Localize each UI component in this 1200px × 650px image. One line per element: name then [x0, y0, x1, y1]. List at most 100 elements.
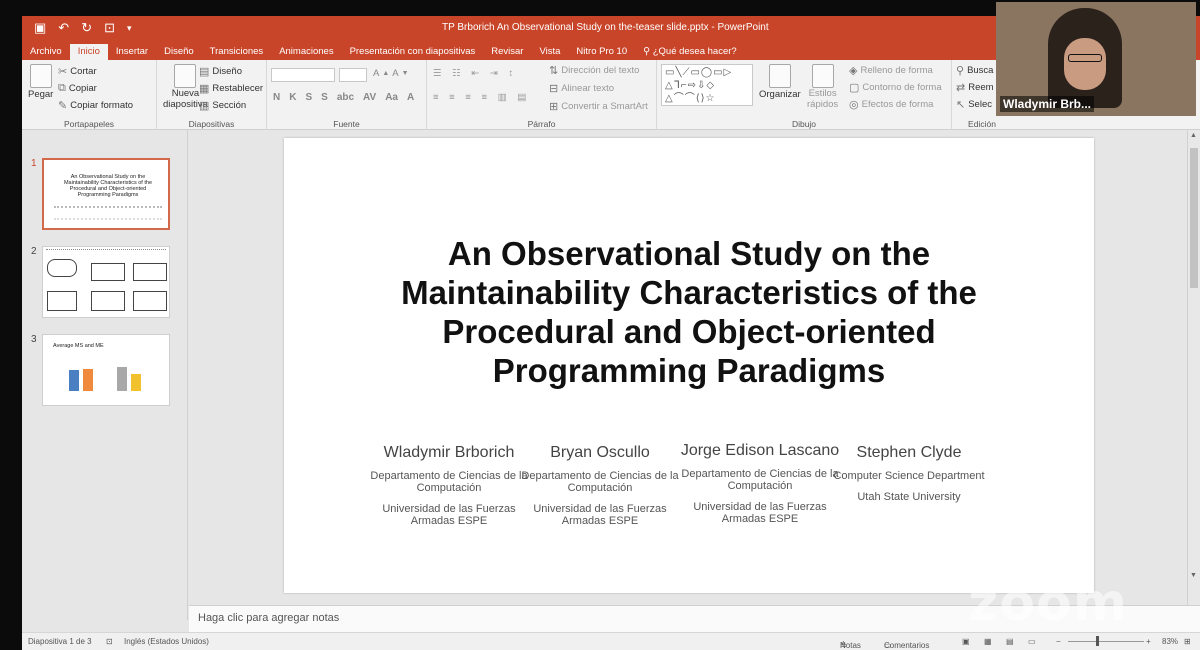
thumbnail-slide-1[interactable]: An Observational Study on the Maintainab… — [42, 158, 170, 230]
author-name: Wladymir Brborich — [383, 444, 515, 461]
cut-button[interactable]: ✂ Cortar — [58, 65, 97, 78]
zoom-level[interactable]: 83% — [1162, 637, 1178, 646]
new-slide-icon — [174, 64, 197, 88]
participant-face — [1064, 38, 1106, 90]
author-block[interactable]: Stephen Clyde Computer Science Departmen… — [829, 442, 989, 503]
normal-view-icon[interactable]: ▣ — [962, 637, 970, 646]
sorter-view-icon[interactable]: ▦ — [984, 637, 992, 646]
zoom-slider-thumb[interactable] — [1096, 636, 1099, 646]
vertical-scrollbar[interactable]: ▲ ▼ — [1187, 130, 1200, 605]
font-name-select[interactable] — [271, 68, 335, 82]
thumbnail-slide-3[interactable]: Average MS and ME — [42, 334, 170, 406]
thumbnail-box — [133, 263, 167, 281]
section-label: Sección — [212, 100, 247, 111]
bullets-icon[interactable]: ☰ ☷ ⇤ ⇥ ↕ — [433, 68, 517, 79]
char-spacing-button[interactable]: AV — [363, 92, 376, 103]
thumbnail-bar — [83, 369, 93, 391]
quick-styles-button[interactable]: Estilos rápidos — [807, 64, 838, 110]
paste-button[interactable]: Pegar — [28, 64, 53, 100]
scroll-down-icon[interactable]: ▼ — [1190, 572, 1197, 579]
tab-insertar[interactable]: Insertar — [108, 44, 156, 60]
tab-vista[interactable]: Vista — [531, 44, 568, 60]
zoom-watermark: zoom — [968, 573, 1128, 633]
format-painter-button[interactable]: ✎ Copiar formato — [58, 99, 133, 112]
zoom-slider[interactable] — [1068, 641, 1144, 642]
underline-button[interactable]: S — [305, 92, 312, 103]
align-text-button[interactable]: ⊟ Alinear texto — [549, 82, 614, 95]
shadow-button[interactable]: S — [321, 92, 328, 103]
slideshow-icon[interactable]: ▭ — [1028, 637, 1036, 646]
undo-icon[interactable]: ↶ — [58, 20, 69, 36]
editing-group-label: Edición — [968, 119, 996, 129]
thumbnail-number: 2 — [31, 246, 37, 257]
section-button[interactable]: ▥ Sección — [199, 99, 246, 112]
tab-archivo[interactable]: Archivo — [22, 44, 70, 60]
lightbulb-icon: ⚲ — [643, 46, 653, 57]
bold-button[interactable]: N — [273, 92, 280, 103]
thumbnail-box — [91, 291, 125, 311]
tab-revisar[interactable]: Revisar — [483, 44, 531, 60]
quick-styles-label-2: rápidos — [807, 99, 839, 110]
font-size-select[interactable] — [339, 68, 367, 82]
author-block[interactable]: Bryan Oscullo Departamento de Ciencias d… — [520, 442, 680, 527]
find-button[interactable]: ⚲ Busca — [956, 64, 993, 77]
thumbnail-cloud-box — [47, 259, 77, 277]
tab-animaciones[interactable]: Animaciones — [271, 44, 341, 60]
tell-me-search[interactable]: ⚲ ¿Qué desea hacer? — [635, 44, 745, 60]
change-case-button[interactable]: Aa — [385, 92, 398, 103]
author-name: Bryan Oscullo — [550, 444, 650, 461]
author-department: Departamento de Ciencias de la Computaci… — [370, 470, 528, 494]
group-drawing: ▭╲⟋▭◯▭▷ △ᒣ⌐⇨⇩◇ △⌒⌒⟨⟩☆ Organizar Estilos rá… — [657, 60, 952, 130]
author-department: Departamento de Ciencias de la Computaci… — [681, 468, 839, 492]
customize-icon[interactable]: ▾ — [127, 20, 132, 36]
tab-transiciones[interactable]: Transiciones — [202, 44, 272, 60]
reading-view-icon[interactable]: ▤ — [1006, 637, 1014, 646]
language-indicator[interactable]: Inglés (Estados Unidos) — [124, 637, 209, 646]
copy-button[interactable]: ⧉ Copiar — [58, 82, 97, 95]
scrollbar-thumb[interactable] — [1190, 148, 1198, 288]
scroll-up-icon[interactable]: ▲ — [1190, 132, 1197, 139]
fit-slide-icon[interactable]: ⊞ — [1184, 637, 1191, 646]
tab-inicio[interactable]: Inicio — [69, 44, 108, 60]
arrange-button[interactable]: Organizar — [759, 64, 801, 100]
slide-title[interactable]: An Observational Study on the Maintainab… — [304, 234, 1074, 390]
group-font: A ▲ A ▼ N K S S abc AV Aa A Fuente — [267, 60, 427, 130]
shape-effects-button[interactable]: ◎ Efectos de forma — [849, 98, 933, 111]
select-button[interactable]: ↖ Selec — [956, 98, 992, 111]
fill-icon: ◈ — [849, 65, 858, 77]
text-direction-button[interactable]: ⇅ Dirección del texto — [549, 64, 639, 77]
thumbnail-slide-2[interactable] — [42, 246, 170, 318]
tell-me-label: ¿Qué desea hacer? — [652, 46, 737, 57]
layout-label: Diseño — [212, 66, 242, 77]
shape-outline-button[interactable]: ▢ Contorno de forma — [849, 81, 942, 94]
paste-label: Pegar — [28, 89, 54, 100]
shapes-gallery[interactable]: ▭╲⟋▭◯▭▷ △ᒣ⌐⇨⇩◇ △⌒⌒⟨⟩☆ — [661, 64, 753, 106]
tab-diseno[interactable]: Diseño — [156, 44, 202, 60]
slide-canvas[interactable]: An Observational Study on the Maintainab… — [284, 138, 1094, 593]
save-icon[interactable]: ▣ — [34, 20, 46, 36]
layout-button[interactable]: ▤ Diseño — [199, 65, 242, 78]
align-icon[interactable]: ≡ ≡ ≡ ≡ ▥ ▤ — [433, 92, 530, 103]
redo-icon[interactable]: ↻ — [81, 20, 92, 36]
grow-font-icon[interactable]: A ▲ A ▼ — [373, 68, 409, 79]
present-icon[interactable]: ⊡ — [104, 20, 115, 36]
clipboard-group-label: Portapapeles — [63, 119, 115, 129]
author-block[interactable]: Jorge Edison Lascano Departamento de Cie… — [680, 440, 840, 525]
zoom-out-icon[interactable]: − — [1056, 637, 1061, 646]
tab-presentacion[interactable]: Presentación con diapositivas — [342, 44, 484, 60]
smartart-button[interactable]: ⊞ Convertir a SmartArt — [549, 100, 648, 113]
author-block[interactable]: Wladymir Brborich Departamento de Cienci… — [369, 442, 529, 527]
thumbnail-box — [133, 291, 167, 311]
reset-button[interactable]: ▦ Restablecer — [199, 82, 263, 95]
slide-counter: Diapositiva 1 de 3 — [28, 637, 92, 646]
spellcheck-icon[interactable]: ⊡ — [106, 637, 113, 646]
text-direction-label: Dirección del texto — [561, 65, 640, 76]
thumbnail-box — [91, 263, 125, 281]
strikethrough-button[interactable]: abc — [337, 92, 354, 103]
replace-button[interactable]: ⇄ Reem — [956, 81, 994, 94]
italic-button[interactable]: K — [289, 92, 296, 103]
tab-nitro[interactable]: Nitro Pro 10 — [568, 44, 635, 60]
shape-fill-button[interactable]: ◈ Relleno de forma — [849, 64, 933, 77]
zoom-in-icon[interactable]: + — [1146, 637, 1151, 646]
font-color-button[interactable]: A — [407, 92, 414, 103]
